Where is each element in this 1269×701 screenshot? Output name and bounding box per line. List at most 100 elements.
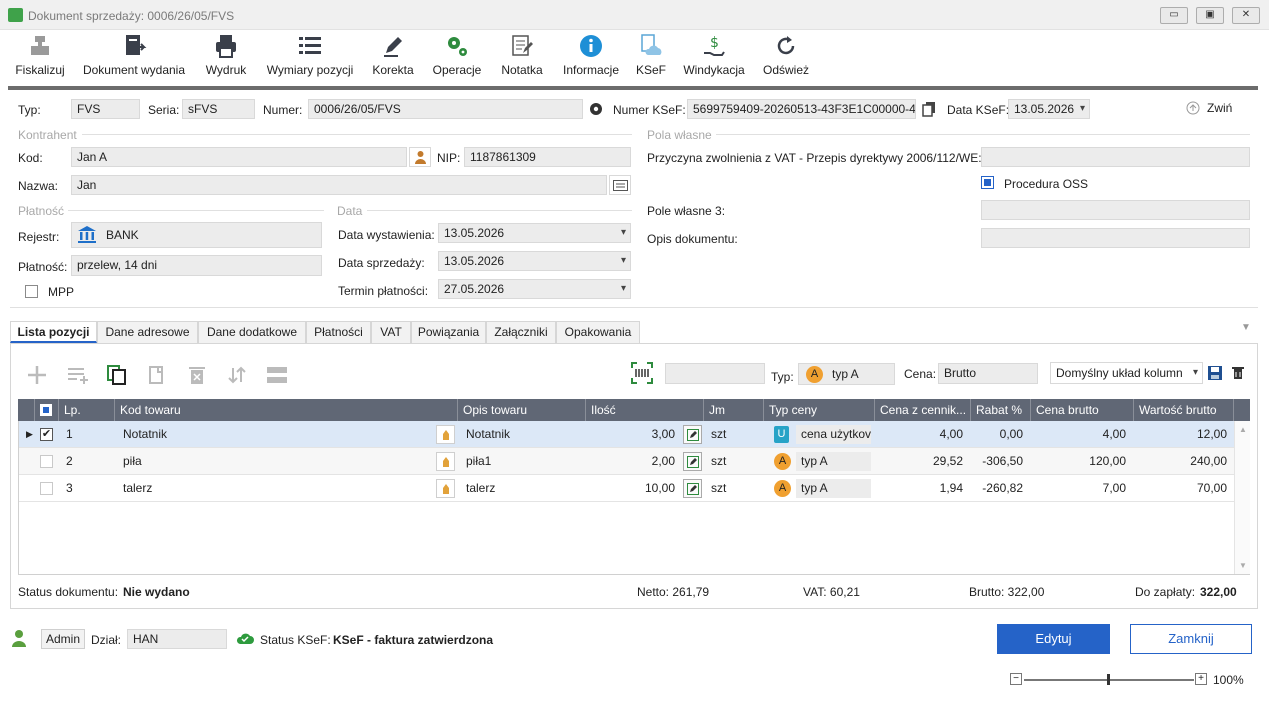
pole3-field[interactable] [981,200,1250,220]
cell-cena-brutto[interactable]: 7,00 [1031,475,1131,502]
seria-field[interactable]: sFVS [182,99,255,119]
tab-zalaczniki[interactable]: Załączniki [486,321,556,343]
cell-rabat[interactable]: -260,82 [971,475,1028,502]
termin-platnosci-field[interactable]: 27.05.2026 [438,279,631,299]
cell-rabat[interactable]: 0,00 [971,421,1028,448]
cell-opis[interactable]: Notatnik [461,421,581,448]
select-all-checkbox[interactable] [40,404,52,416]
col-jm[interactable]: Jm [704,399,764,421]
cell-kod[interactable]: talerz [118,475,428,502]
platnosc-field[interactable]: przelew, 14 dni [71,255,322,276]
product-card-icon[interactable] [436,452,455,471]
delete-icon[interactable] [186,364,208,386]
data-wystawienia-field[interactable]: 13.05.2026 [438,223,631,243]
tabs-overflow-icon[interactable]: ▼ [1241,322,1251,333]
collapse-icon[interactable] [1186,101,1200,115]
procedura-oss-checkbox[interactable] [981,176,994,189]
fiskalizuj-button[interactable]: Fiskalizuj [10,30,70,86]
edit-quantity-icon[interactable] [683,425,702,444]
ksef-number-field[interactable]: 5699759409-20260513-43F3E1C00000-48 [687,99,916,119]
contractor-picker-button[interactable] [409,147,431,167]
col-typ-ceny[interactable]: Typ ceny [764,399,875,421]
zoom-in-button[interactable]: + [1195,673,1207,685]
minimize-button[interactable]: ▭ [1160,7,1188,24]
tab-opakowania[interactable]: Opakowania [556,321,640,343]
scroll-down-icon[interactable]: ▼ [1239,561,1247,570]
col-kod-towaru[interactable]: Kod towaru [115,399,458,421]
numer-field[interactable]: 0006/26/05/FVS [308,99,583,119]
col-wartosc-brutto[interactable]: Wartość brutto [1134,399,1234,421]
sort-icon[interactable] [226,364,248,386]
dzial-field[interactable]: HAN [127,629,227,649]
product-card-icon[interactable] [436,479,455,498]
copy-icon[interactable] [922,101,936,117]
dokument-wydania-button[interactable]: Dokument wydania [80,30,188,86]
col-rabat[interactable]: Rabat % [971,399,1031,421]
row-checkbox[interactable] [40,482,53,495]
tab-dane-dodatkowe[interactable]: Dane dodatkowe [198,321,306,343]
collapse-button[interactable]: Zwiń [1207,101,1232,115]
ksef-button[interactable]: KSeF [632,30,670,86]
row-checkbox[interactable] [40,455,53,468]
gear-icon[interactable] [588,101,604,117]
wymiary-pozycji-button[interactable]: Wymiary pozycji [262,30,358,86]
cell-ilosc[interactable]: 10,00 [598,475,680,502]
cell-typ-ceny[interactable]: typ A [796,452,871,471]
col-cena-brutto[interactable]: Cena brutto [1031,399,1134,421]
table-row[interactable]: 2 piła piła1 2,00 szt A typ A 29,52 -306… [18,448,1250,475]
data-ksef-field[interactable]: 13.05.2026 [1008,99,1090,119]
tab-powiazania[interactable]: Powiązania [411,321,486,343]
notatka-button[interactable]: Notatka [496,30,548,86]
col-opis-towaru[interactable]: Opis towaru [458,399,586,421]
barcode-input[interactable] [665,363,765,384]
copy-position-icon[interactable] [106,364,128,386]
data-sprzedazy-field[interactable]: 13.05.2026 [438,251,631,271]
edit-quantity-icon[interactable] [683,479,702,498]
informacje-button[interactable]: Informacje [558,30,624,86]
zoom-out-button[interactable]: − [1010,673,1022,685]
cell-kod[interactable]: piła [118,448,428,475]
table-row[interactable]: ▶ ✔ 1 Notatnik Notatnik 3,00 szt U cena … [18,421,1250,448]
col-cena-z-cennika[interactable]: Cena z cennik... [875,399,971,421]
split-icon[interactable] [266,364,288,386]
close-button[interactable]: ✕ [1232,7,1260,24]
col-ilosc[interactable]: Ilość [586,399,704,421]
korekta-button[interactable]: Korekta [368,30,418,86]
zamknij-button[interactable]: Zamknij [1130,624,1252,654]
address-card-button[interactable] [609,175,631,195]
col-lp[interactable]: Lp. [59,399,115,421]
barcode-scanner-icon[interactable] [631,362,653,384]
wydruk-button[interactable]: Wydruk [200,30,252,86]
rejestr-field[interactable]: BANK [71,222,322,248]
tab-platnosci[interactable]: Płatności [306,321,371,343]
kod-field[interactable]: Jan A [71,147,407,167]
cell-cena-brutto[interactable]: 120,00 [1031,448,1131,475]
odswiez-button[interactable]: Odśwież [760,30,812,86]
cell-rabat[interactable]: -306,50 [971,448,1028,475]
nazwa-field[interactable]: Jan [71,175,607,195]
add-list-icon[interactable] [66,364,88,386]
cell-opis[interactable]: talerz [461,475,581,502]
cell-ilosc[interactable]: 2,00 [598,448,680,475]
edytuj-button[interactable]: Edytuj [997,624,1110,654]
przyczyna-field[interactable] [981,147,1250,167]
filter-cena-field[interactable]: Brutto [938,363,1038,384]
select-all-header[interactable] [35,399,59,421]
edit-quantity-icon[interactable] [683,452,702,471]
save-icon[interactable] [1208,366,1222,380]
paste-icon[interactable] [146,364,168,386]
grid-scrollbar[interactable]: ▲ ▼ [1234,421,1250,574]
cell-ilosc[interactable]: 3,00 [598,421,680,448]
tab-vat[interactable]: VAT [371,321,411,343]
cell-kod[interactable]: Notatnik [118,421,428,448]
tab-lista-pozycji[interactable]: Lista pozycji [10,321,97,343]
tab-dane-adresowe[interactable]: Dane adresowe [97,321,198,343]
maximize-button[interactable]: ▣ [1196,7,1224,24]
windykacja-button[interactable]: $ Windykacja [680,30,748,86]
column-layout-select[interactable]: Domyślny układ kolumn [1050,362,1203,384]
nip-field[interactable]: 1187861309 [464,147,631,167]
add-icon[interactable] [26,364,48,386]
typ-field[interactable]: FVS [71,99,140,119]
mpp-checkbox[interactable] [25,285,38,298]
row-checkbox[interactable]: ✔ [40,428,53,441]
